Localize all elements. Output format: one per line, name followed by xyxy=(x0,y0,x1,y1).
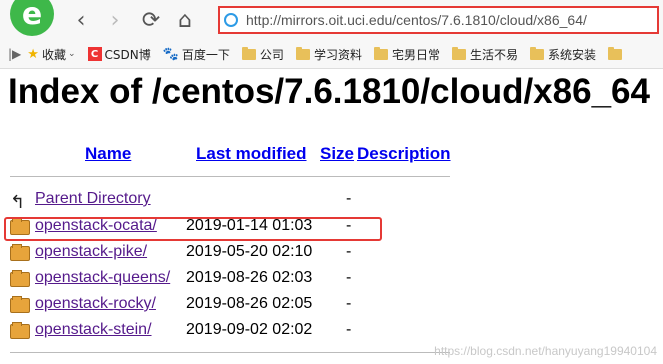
csdn-icon: C xyxy=(87,47,102,61)
parent-directory-link[interactable]: Parent Directory xyxy=(35,190,151,208)
column-header-last-modified[interactable]: Last modified xyxy=(196,144,307,164)
folder-icon xyxy=(10,322,30,339)
directory-link[interactable]: openstack-queens/ xyxy=(35,269,170,287)
bookmark-folder-life[interactable]: 生活不易 xyxy=(451,46,518,63)
bookmarks-toggle[interactable]: |▶ xyxy=(8,47,21,61)
chevron-down-icon: ⌄ xyxy=(67,49,76,59)
bookmark-folder-more[interactable] xyxy=(608,46,626,60)
bookmark-label: 宅男日常 xyxy=(391,47,440,62)
size-value: - xyxy=(346,243,352,260)
bookmarks-bar: |▶ ★ 收藏 ⌄ C CSDN博 🐾 百度一下 公司 学习资料 宅男日常 生活… xyxy=(0,40,663,69)
bookmark-csdn[interactable]: C CSDN博 xyxy=(87,46,151,63)
browser-toolbar: e ‹ › ⟳ ⌂ http://mirrors.oit.uci.edu/cen… xyxy=(0,0,663,40)
size-value: - xyxy=(346,269,352,286)
back-arrow-icon: ↰ xyxy=(10,192,26,212)
column-header-name[interactable]: Name xyxy=(85,144,131,164)
bookmark-baidu[interactable]: 🐾 百度一下 xyxy=(163,46,230,63)
directory-link[interactable]: openstack-pike/ xyxy=(35,243,147,261)
bookmark-label: 生活不易 xyxy=(469,47,518,62)
bookmark-folder-install[interactable]: 系统安装 xyxy=(529,46,596,63)
folder-icon xyxy=(373,46,388,60)
baidu-icon: 🐾 xyxy=(162,46,179,62)
browser-logo: e xyxy=(10,0,54,36)
home-icon[interactable]: ⌂ xyxy=(174,8,196,33)
url-text[interactable]: http://mirrors.oit.uci.edu/centos/7.6.18… xyxy=(246,12,587,28)
bookmark-label: 收藏 xyxy=(41,47,66,62)
bookmark-label: 公司 xyxy=(259,47,284,62)
bookmark-folder-daily[interactable]: 宅男日常 xyxy=(373,46,440,63)
bookmark-label: CSDN博 xyxy=(104,47,151,62)
bookmark-label: 百度一下 xyxy=(181,47,230,62)
folder-icon xyxy=(10,296,30,313)
date-value: 2019-05-20 02:10 xyxy=(186,243,313,260)
folder-icon xyxy=(608,46,622,60)
directory-link[interactable]: openstack-rocky/ xyxy=(35,295,156,313)
address-bar[interactable]: http://mirrors.oit.uci.edu/centos/7.6.18… xyxy=(218,6,659,34)
directory-link[interactable]: openstack-stein/ xyxy=(35,321,152,339)
folder-icon xyxy=(10,244,30,261)
bookmark-folder-company[interactable]: 公司 xyxy=(241,46,284,63)
highlight-box xyxy=(4,217,382,241)
folder-icon xyxy=(241,46,256,60)
size-value: - xyxy=(346,321,352,338)
bookmark-folder-study[interactable]: 学习资料 xyxy=(295,46,362,63)
column-header-size[interactable]: Size xyxy=(320,144,354,164)
bookmark-favorites[interactable]: ★ 收藏 ⌄ xyxy=(27,46,75,63)
page-title: Index of /centos/7.6.1810/cloud/x86_64 xyxy=(8,72,650,111)
column-header-description[interactable]: Description xyxy=(357,144,451,164)
date-value: 2019-08-26 02:03 xyxy=(186,269,313,286)
bookmark-label: 系统安装 xyxy=(547,47,596,62)
star-icon: ★ xyxy=(27,46,39,62)
back-icon[interactable]: ‹ xyxy=(70,8,92,33)
size-value: - xyxy=(346,190,352,207)
size-value: - xyxy=(346,295,352,312)
loading-icon xyxy=(224,13,238,27)
forward-icon[interactable]: › xyxy=(104,8,126,33)
folder-icon xyxy=(295,46,310,60)
folder-icon xyxy=(529,46,544,60)
folder-icon xyxy=(10,270,30,287)
reload-icon[interactable]: ⟳ xyxy=(140,8,162,33)
date-value: 2019-09-02 02:02 xyxy=(186,321,313,338)
watermark: https://blog.csdn.net/hanyuyang19940104 xyxy=(434,344,657,358)
bookmark-label: 学习资料 xyxy=(313,47,362,62)
folder-icon xyxy=(451,46,466,60)
divider-bottom xyxy=(10,352,450,353)
date-value: 2019-08-26 02:05 xyxy=(186,295,313,312)
divider-top xyxy=(10,176,450,177)
